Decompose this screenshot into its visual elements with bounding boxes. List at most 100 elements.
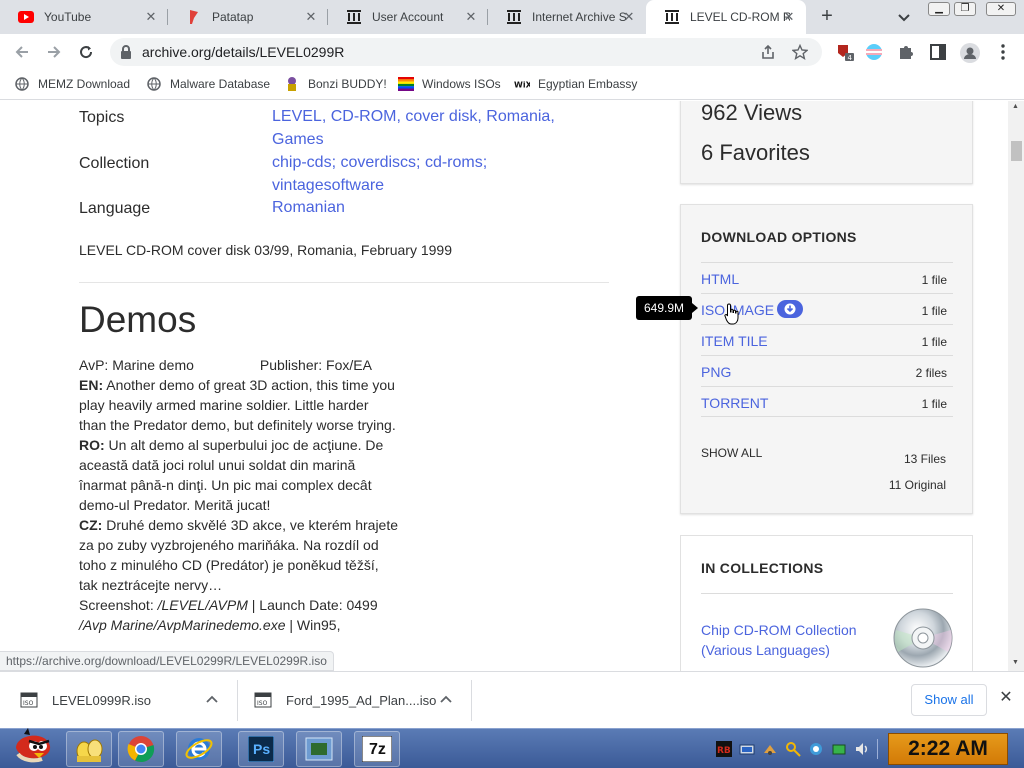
- demo-description: AvP: Marine demo Publisher: Fox/EA EN: An…: [79, 355, 399, 635]
- taskbar-clock[interactable]: 2:22 AM: [888, 733, 1008, 765]
- share-icon[interactable]: [760, 44, 776, 65]
- close-tab-icon[interactable]: ✕: [304, 10, 318, 24]
- chevron-down-icon[interactable]: [896, 9, 912, 25]
- 7zip-icon[interactable]: 7z: [354, 731, 400, 767]
- download-icon[interactable]: [777, 300, 803, 318]
- collection-link[interactable]: cd-roms: [425, 154, 483, 171]
- collection-link[interactable]: Chip CD-ROM Collection (Various Language…: [701, 620, 881, 660]
- download-link[interactable]: PNG: [701, 364, 731, 380]
- scroll-up-icon[interactable]: ▲: [1012, 103, 1019, 110]
- address-bar[interactable]: archive.org/details/LEVEL0299R: [110, 38, 822, 66]
- shield-tray-icon[interactable]: [808, 741, 824, 757]
- total-files: 13 Files: [903, 452, 946, 466]
- volume-mixer-tray-icon[interactable]: [762, 741, 778, 757]
- close-icon[interactable]: ✕: [998, 690, 1014, 706]
- scrollbar-thumb[interactable]: [1011, 141, 1022, 161]
- reload-button[interactable]: [76, 42, 96, 62]
- download-link[interactable]: HTML: [701, 271, 739, 287]
- tab-youtube[interactable]: YouTube ✕: [0, 0, 168, 34]
- lang-tag: RO:: [79, 437, 105, 453]
- demo-ro: RO: Un alt demo al superbului joc de acţ…: [79, 435, 399, 515]
- lock-icon[interactable]: [120, 45, 132, 64]
- extensions-puzzle-icon[interactable]: [897, 43, 915, 61]
- download-shelf: ISO LEVEL0999R.iso ISO Ford_1995_Ad_Plan…: [0, 671, 1024, 728]
- bookmark-egyptian-embassy[interactable]: WiX Egyptian Embassy: [514, 76, 637, 92]
- bookmark-star-icon[interactable]: [791, 43, 809, 65]
- back-button[interactable]: [12, 42, 32, 62]
- download-item[interactable]: ISO LEVEL0999R.iso: [20, 672, 234, 729]
- download-item[interactable]: ISO Ford_1995_Ad_Plan....iso: [254, 672, 468, 729]
- collection-link[interactable]: vintagesoftware: [272, 177, 384, 194]
- tab-internet-archive-search[interactable]: Internet Archive S ✕: [488, 0, 646, 34]
- chevron-up-icon[interactable]: [440, 692, 452, 706]
- demo-cz: CZ: Druhé demo skvělé 3D akce, ve kterém…: [79, 515, 399, 595]
- collection-link[interactable]: chip-cds: [272, 154, 332, 171]
- collection-link[interactable]: coverdiscs: [340, 154, 416, 171]
- speaker-tray-icon[interactable]: [854, 741, 870, 757]
- svg-text:WiX: WiX: [514, 81, 530, 89]
- file-count: 1 file: [921, 304, 947, 318]
- demo-item-line: AvP: Marine demo Publisher: Fox/EA: [79, 355, 399, 375]
- side-panel-icon[interactable]: [929, 43, 947, 61]
- collection-label: Collection: [79, 155, 150, 172]
- topic-link[interactable]: Games: [272, 131, 324, 148]
- shield-extension-icon[interactable]: 4: [836, 43, 854, 62]
- download-link[interactable]: TORRENT: [701, 395, 768, 411]
- topic-link[interactable]: cover disk: [405, 108, 477, 125]
- bookmark-memz[interactable]: MEMZ Download: [14, 76, 130, 92]
- restore-window-button[interactable]: ❐: [954, 2, 976, 16]
- rb-tray-icon[interactable]: RB: [716, 741, 732, 757]
- show-all-downloads-button[interactable]: Show all: [911, 684, 987, 716]
- more-menu-icon[interactable]: [994, 43, 1012, 61]
- tab-patatap[interactable]: Patatap ✕: [168, 0, 328, 34]
- angry-bird-start-icon[interactable]: [4, 725, 60, 767]
- in-collections-card: IN COLLECTIONS Chip CD-ROM Collection (V…: [680, 535, 973, 671]
- bookmark-windows-isos[interactable]: Windows ISOs: [398, 76, 501, 92]
- close-tab-icon[interactable]: ✕: [144, 10, 158, 24]
- tab-label: Patatap: [212, 10, 254, 24]
- cd-disc-icon[interactable]: [893, 608, 953, 671]
- demo-cz-text: Druhé demo skvělé 3D akce, ve kterém hra…: [79, 517, 399, 593]
- language-link[interactable]: Romanian: [272, 197, 572, 220]
- close-tab-icon[interactable]: ✕: [622, 10, 636, 24]
- key-tray-icon[interactable]: [785, 741, 801, 757]
- network-tray-icon[interactable]: [739, 741, 755, 757]
- minimize-window-button[interactable]: ▁: [928, 2, 950, 16]
- download-link[interactable]: ITEM TILE: [701, 333, 768, 349]
- internet-explorer-icon[interactable]: [176, 731, 222, 767]
- photoshop-icon[interactable]: Ps: [238, 731, 284, 767]
- profile-avatar-icon[interactable]: [960, 43, 980, 63]
- window-icon[interactable]: [296, 731, 342, 767]
- stats-card: 962 Views 6 Favorites: [680, 101, 973, 184]
- page-scrollbar[interactable]: ▲ ▼: [1008, 101, 1024, 671]
- bookmark-malware-database[interactable]: Malware Database: [146, 76, 270, 92]
- bookmark-bonzi-buddy[interactable]: Bonzi BUDDY!: [284, 76, 387, 92]
- divider: [237, 680, 238, 721]
- topic-link[interactable]: LEVEL: [272, 108, 322, 125]
- close-tab-icon[interactable]: ✕: [464, 10, 478, 24]
- launch-date: | Launch Date: 0499: [247, 597, 378, 613]
- forward-button[interactable]: [44, 42, 64, 62]
- close-tab-icon[interactable]: ✕: [782, 10, 796, 24]
- close-window-button[interactable]: ✕: [986, 2, 1016, 16]
- trans-flag-extension-icon[interactable]: [865, 43, 883, 61]
- iso-file-icon: ISO: [254, 692, 272, 710]
- tab-strip: YouTube ✕ Patatap ✕ User Account ✕ Inter…: [0, 0, 1024, 34]
- lang-tag: CZ:: [79, 517, 103, 533]
- new-tab-button[interactable]: +: [816, 6, 838, 28]
- topics-label: Topics: [79, 109, 125, 126]
- bonzi-eggs-icon[interactable]: [66, 731, 112, 767]
- chevron-up-icon[interactable]: [206, 692, 218, 706]
- tab-level-cdrom[interactable]: LEVEL CD-ROM R ✕: [646, 0, 806, 34]
- scroll-down-icon[interactable]: ▼: [1012, 659, 1019, 666]
- topic-link[interactable]: Romania: [486, 108, 550, 125]
- tab-label: LEVEL CD-ROM R: [690, 10, 790, 24]
- tab-user-account[interactable]: User Account ✕: [328, 0, 488, 34]
- svg-text:ISO: ISO: [257, 700, 268, 707]
- chrome-icon[interactable]: [118, 731, 164, 767]
- battery-tray-icon[interactable]: [831, 741, 847, 757]
- topic-link[interactable]: CD-ROM: [331, 108, 397, 125]
- show-all-link[interactable]: SHOW ALL: [701, 446, 762, 460]
- page-content: Topics LEVEL, CD-ROM, cover disk, Romani…: [0, 101, 1008, 671]
- bookmarks-bar: MEMZ Download Malware Database Bonzi BUD…: [0, 70, 1024, 100]
